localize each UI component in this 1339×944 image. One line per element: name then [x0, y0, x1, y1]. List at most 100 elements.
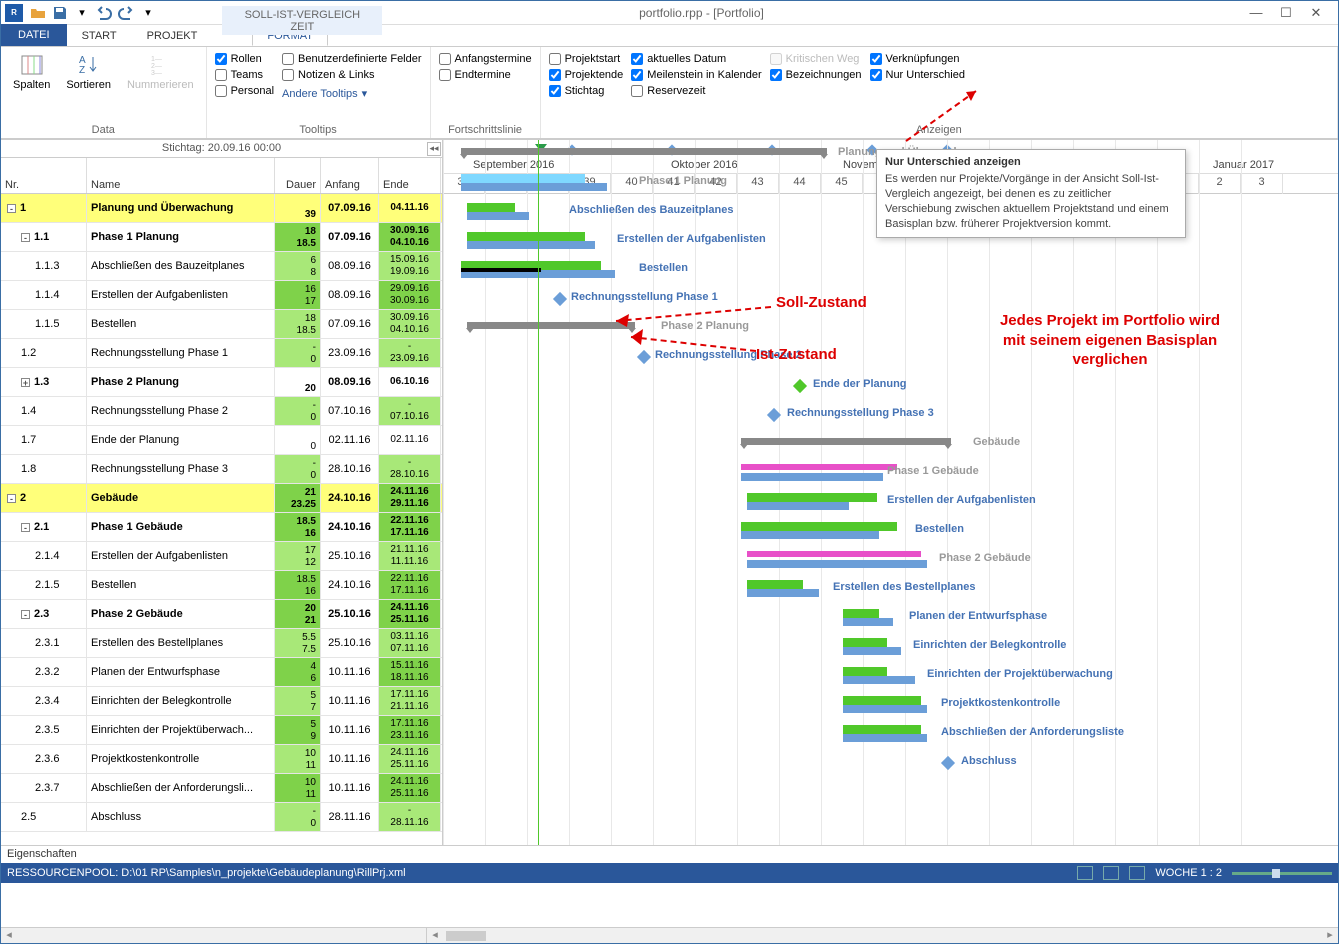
status-view-icon-3[interactable]	[1129, 866, 1145, 880]
expand-icon[interactable]: -	[21, 610, 30, 619]
bar-label: Abschluss	[961, 755, 1017, 767]
spalten-button[interactable]: Spalten	[9, 51, 54, 122]
ribbon-group-tooltips: Rollen Teams Personal Benutzerdefinierte…	[207, 47, 431, 138]
table-row[interactable]: 2.3.1Erstellen des Bestellplanes5.57.525…	[1, 629, 442, 658]
table-row[interactable]: 2.3.5Einrichten der Projektüberwach...59…	[1, 716, 442, 745]
group-label-tooltips: Tooltips	[215, 122, 422, 136]
bar-label: Abschließen der Anforderungsliste	[941, 726, 1124, 738]
bar-label: Rechnungsstellung Phase 2	[655, 349, 802, 361]
header-ende[interactable]: Ende	[379, 158, 441, 193]
sortieren-button[interactable]: AZ Sortieren	[62, 51, 115, 122]
table-row[interactable]: -2.3Phase 2 Gebäude202125.10.1624.11.162…	[1, 600, 442, 629]
svg-text:1—: 1—	[151, 56, 162, 63]
header-nr[interactable]: Nr.	[1, 158, 87, 193]
chk-teams[interactable]: Teams	[215, 69, 274, 81]
gantt-chart[interactable]: September 2016Oktober 2016November 2016J…	[443, 140, 1338, 845]
table-row[interactable]: +1.3Phase 2 Planung2008.09.1606.10.16	[1, 368, 442, 397]
chk-bezeichnungen[interactable]: Bezeichnungen	[770, 69, 862, 81]
expand-icon[interactable]: -	[21, 233, 30, 242]
chk-anfangstermine[interactable]: Anfangstermine	[439, 53, 532, 65]
expand-icon[interactable]: -	[21, 523, 30, 532]
tab-start[interactable]: START	[67, 26, 132, 46]
table-row[interactable]: 1.1.5Bestellen1818.507.09.1630.09.1604.1…	[1, 310, 442, 339]
tab-datei[interactable]: DATEI	[1, 24, 67, 46]
close-button[interactable]: ✕	[1306, 5, 1326, 21]
bar-label: Erstellen der Aufgabenlisten	[617, 233, 766, 245]
chk-benutzer[interactable]: Benutzerdefinierte Felder	[282, 53, 422, 65]
expand-icon[interactable]: +	[21, 378, 30, 387]
bar-label: Projektkostenkontrolle	[941, 697, 1060, 709]
chk-meilenstein[interactable]: Meilenstein in Kalender	[631, 69, 761, 81]
dropdown-icon[interactable]: ▾	[73, 4, 91, 22]
quick-access-toolbar: ▾ ▾	[29, 4, 157, 22]
svg-text:Z: Z	[79, 65, 85, 76]
table-row[interactable]: 2.3.4Einrichten der Belegkontrolle5710.1…	[1, 687, 442, 716]
bar-label: Ende der Planung	[813, 378, 907, 390]
chk-verknuepfungen[interactable]: Verknüpfungen	[870, 53, 965, 65]
table-row[interactable]: 1.1.3Abschließen des Bauzeitplanes6808.0…	[1, 252, 442, 281]
table-row[interactable]: -2Gebäude2123.2524.10.1624.11.1629.11.16	[1, 484, 442, 513]
bar-label: Phase 1 Planung	[639, 175, 727, 187]
table-row[interactable]: 1.1.4Erstellen der Aufgabenlisten161708.…	[1, 281, 442, 310]
table-body[interactable]: -1Planung und Überwachung3907.09.1604.11…	[1, 194, 442, 845]
ribbon-tabs: DATEI START PROJEKT SOLL-IST-VERGLEICH Z…	[1, 25, 1338, 47]
table-row[interactable]: 2.3.2Planen der Entwurfsphase4610.11.161…	[1, 658, 442, 687]
status-view-icon-2[interactable]	[1103, 866, 1119, 880]
properties-bar[interactable]: Eigenschaften	[1, 845, 1338, 863]
group-label-anzeigen: Anzeigen	[549, 122, 1329, 136]
redo-icon[interactable]	[117, 4, 135, 22]
chk-aktuelles[interactable]: aktuelles Datum	[631, 53, 761, 65]
chevron-down-icon: ▾	[362, 87, 368, 100]
table-row[interactable]: 2.3.6Projektkostenkontrolle101110.11.162…	[1, 745, 442, 774]
tooltip-body: Es werden nur Projekte/Vorgänge in der A…	[885, 172, 1177, 231]
table-row[interactable]: -2.1Phase 1 Gebäude18.51624.10.1622.11.1…	[1, 513, 442, 542]
qat-more-icon[interactable]: ▾	[139, 4, 157, 22]
week-cell: 43	[737, 174, 779, 194]
tab-projekt[interactable]: PROJEKT	[132, 26, 213, 46]
andere-tooltips-dropdown[interactable]: Andere Tooltips ▾	[282, 85, 422, 102]
chk-personal[interactable]: Personal	[215, 85, 274, 97]
header-anfang[interactable]: Anfang	[321, 158, 379, 193]
expand-icon[interactable]: -	[7, 494, 16, 503]
header-dauer[interactable]: Dauer	[275, 158, 321, 193]
chk-nur-unterschied[interactable]: Nur Unterschied	[870, 69, 965, 81]
ribbon-group-data: Spalten AZ Sortieren 1—2—3— Nummerieren …	[1, 47, 207, 138]
week-cell: 44	[779, 174, 821, 194]
chk-rollen[interactable]: Rollen	[215, 53, 274, 65]
table-row[interactable]: 2.1.5Bestellen18.51624.10.1622.11.1617.1…	[1, 571, 442, 600]
header-name[interactable]: Name	[87, 158, 275, 193]
ribbon-group-anzeigen: Projektstart Projektende Stichtag aktuel…	[541, 47, 1338, 138]
open-icon[interactable]	[29, 4, 47, 22]
bar-label: Phase 1 Gebäude	[887, 465, 979, 477]
chk-endtermine[interactable]: Endtermine	[439, 69, 532, 81]
status-view-icon-1[interactable]	[1077, 866, 1093, 880]
horizontal-scrollbar[interactable]: ◂ ◂ ▸	[1, 927, 1338, 943]
table-row[interactable]: 2.5Abschluss-028.11.16-28.11.16	[1, 803, 442, 832]
minimize-button[interactable]: —	[1246, 5, 1266, 21]
zoom-slider[interactable]	[1232, 872, 1332, 875]
tooltip-popup: Nur Unterschied anzeigen Es werden nur P…	[876, 149, 1186, 238]
table-row[interactable]: -1.1Phase 1 Planung1818.507.09.1630.09.1…	[1, 223, 442, 252]
bar-label: Erstellen des Bestellplanes	[833, 581, 975, 593]
save-icon[interactable]	[51, 4, 69, 22]
table-row[interactable]: 1.7Ende der Planung002.11.1602.11.16	[1, 426, 442, 455]
table-row[interactable]: 1.2Rechnungsstellung Phase 1-023.09.16-2…	[1, 339, 442, 368]
chk-stichtag[interactable]: Stichtag	[549, 85, 624, 97]
chk-reserve[interactable]: Reservezeit	[631, 85, 761, 97]
expand-icon[interactable]: -	[7, 204, 16, 213]
tooltip-title: Nur Unterschied anzeigen	[885, 156, 1177, 168]
undo-icon[interactable]	[95, 4, 113, 22]
chk-notizen[interactable]: Notizen & Links	[282, 69, 422, 81]
table-row[interactable]: 1.4Rechnungsstellung Phase 2-007.10.16-0…	[1, 397, 442, 426]
table-row[interactable]: 1.8Rechnungsstellung Phase 3-028.10.16-2…	[1, 455, 442, 484]
maximize-button[interactable]: ☐	[1276, 5, 1296, 21]
table-row[interactable]: 2.1.4Erstellen der Aufgabenlisten171225.…	[1, 542, 442, 571]
window-controls: — ☐ ✕	[1246, 5, 1334, 21]
nummerieren-button: 1—2—3— Nummerieren	[123, 51, 198, 122]
table-row[interactable]: 2.3.7Abschließen der Anforderungsli...10…	[1, 774, 442, 803]
ribbon-group-fortschritt: Anfangstermine Endtermine Fortschrittsli…	[431, 47, 541, 138]
pane-collapse-button[interactable]: ◂◂	[427, 142, 441, 156]
table-row[interactable]: -1Planung und Überwachung3907.09.1604.11…	[1, 194, 442, 223]
chk-projektende[interactable]: Projektende	[549, 69, 624, 81]
chk-projektstart[interactable]: Projektstart	[549, 53, 624, 65]
